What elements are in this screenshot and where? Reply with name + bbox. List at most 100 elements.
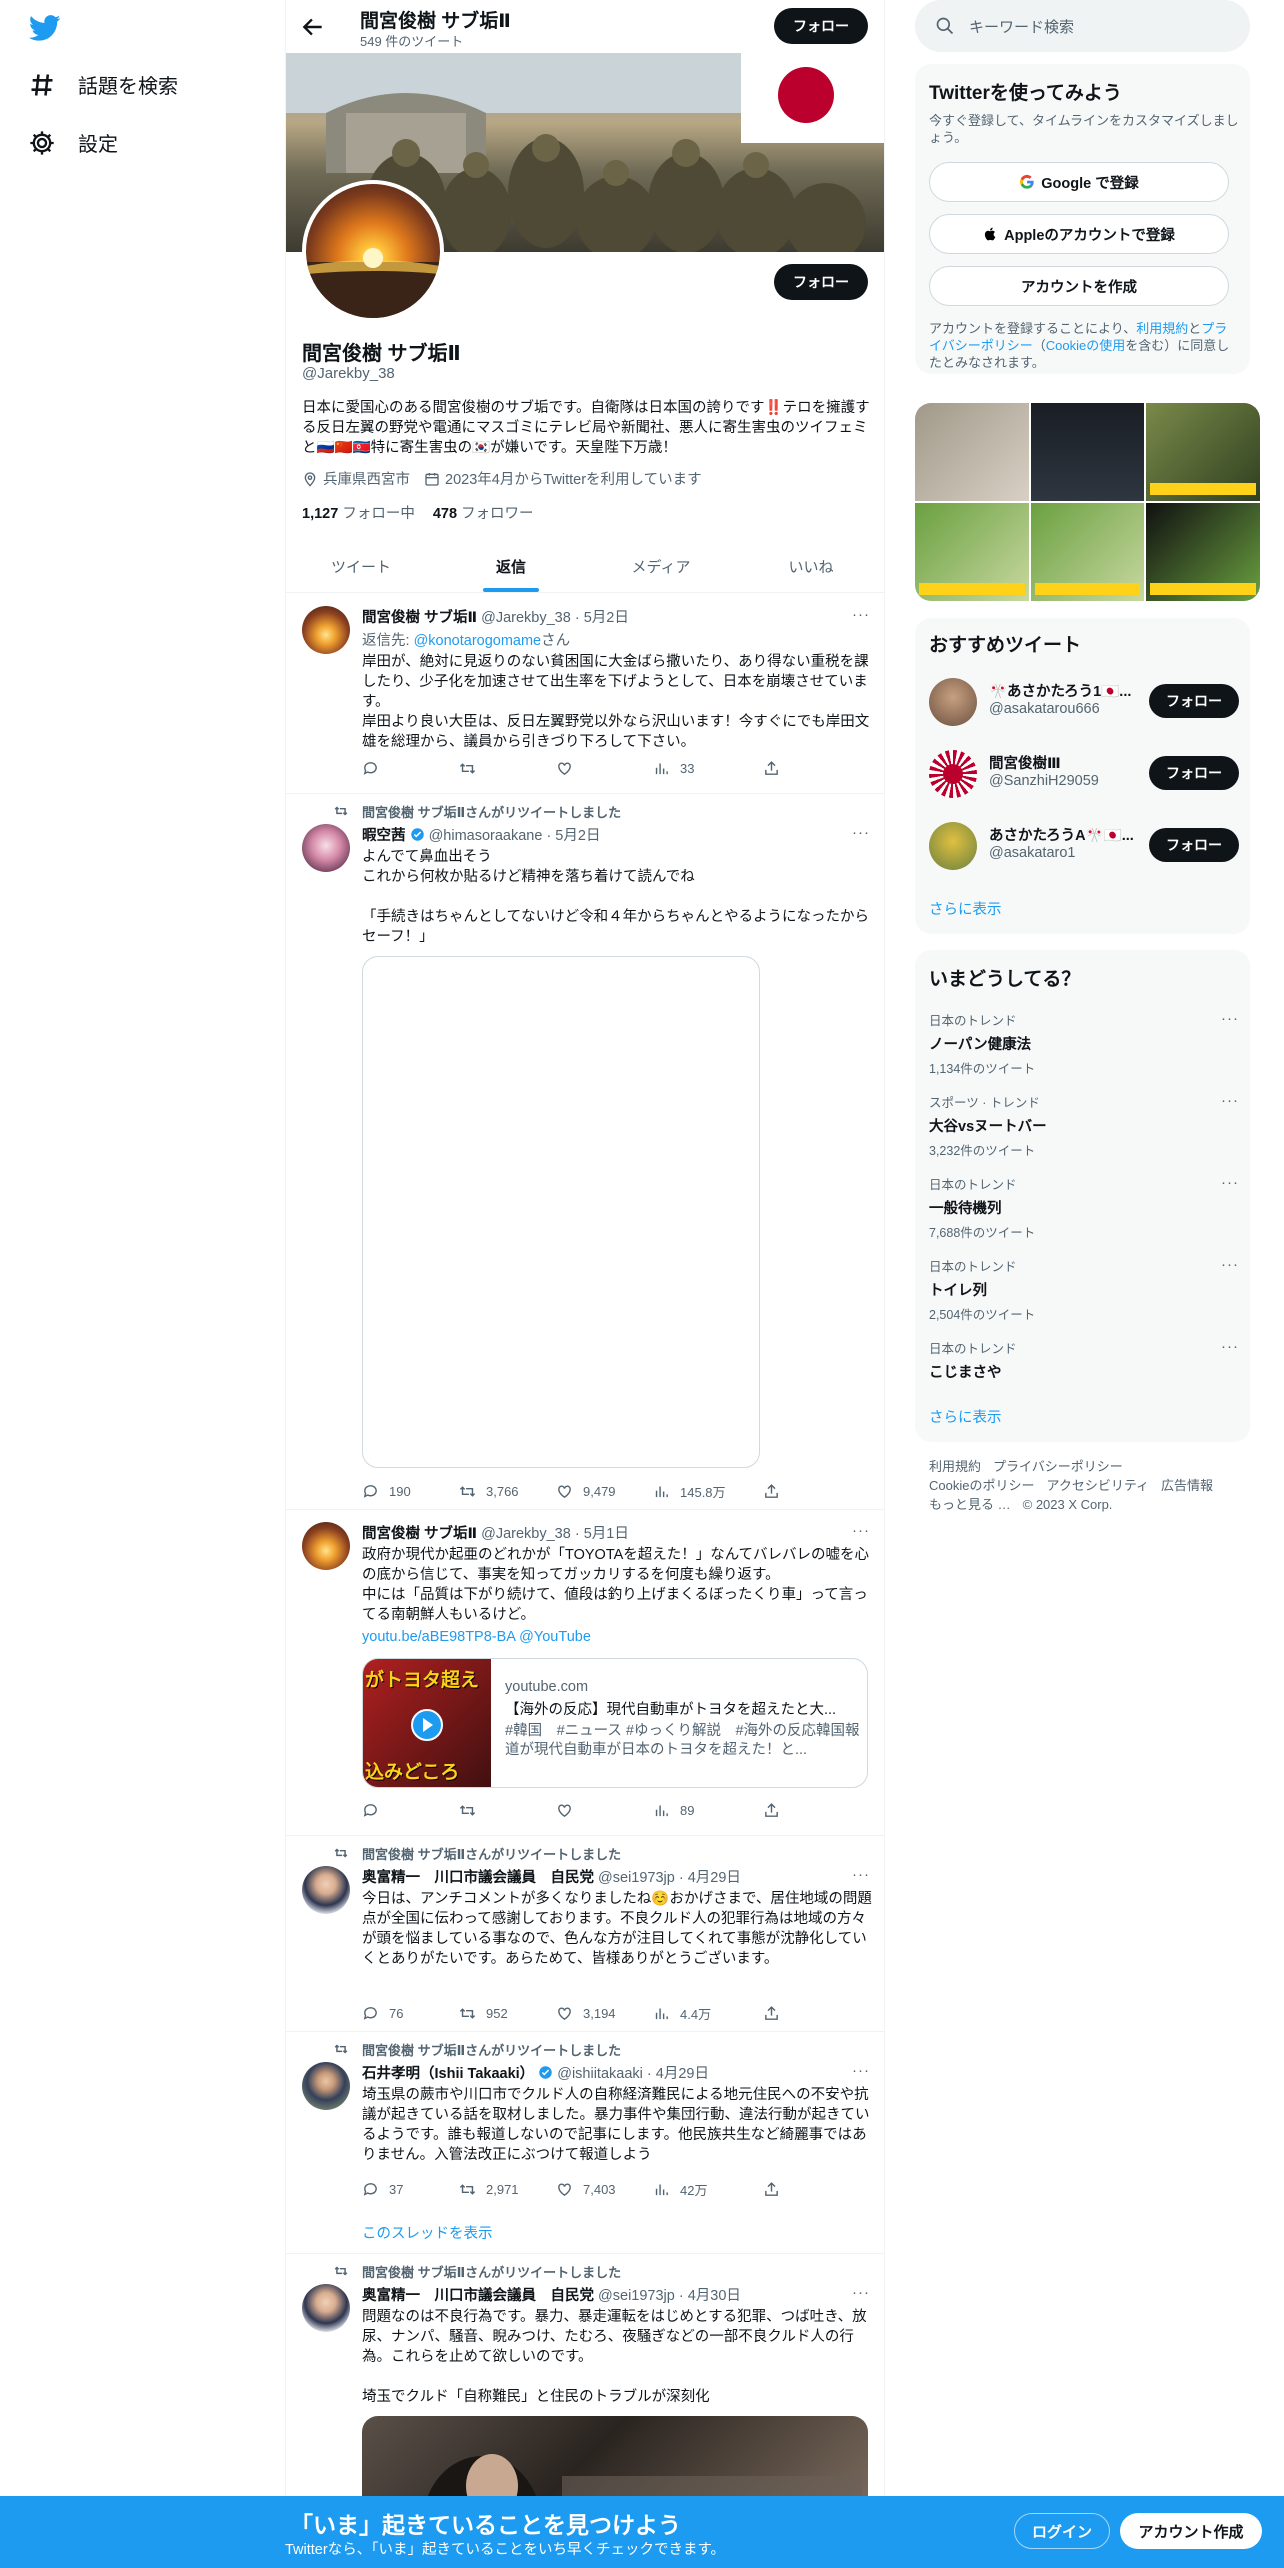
like-button[interactable]: 3,194 [556, 2004, 653, 2023]
tweet-avatar[interactable] [302, 2062, 350, 2110]
play-icon[interactable] [411, 1709, 443, 1741]
reply-button[interactable]: 76 [362, 2004, 459, 2023]
retweet-button[interactable] [459, 760, 556, 777]
tweet-avatar[interactable] [302, 2284, 350, 2332]
media-thumbnail[interactable] [915, 403, 1029, 501]
more-options-icon[interactable]: ··· [1221, 1256, 1239, 1273]
follow-button[interactable]: フォロー [1149, 828, 1239, 862]
tweet-media[interactable] [362, 956, 760, 1468]
more-options-icon[interactable]: ··· [1221, 1338, 1239, 1355]
recommended-user[interactable]: 間宮俊樹Ⅲ @SanzhiH29059 フォロー [929, 746, 1239, 806]
media-thumbnail[interactable] [1030, 403, 1145, 501]
footer-ads[interactable]: 広告情報 [1161, 1478, 1213, 1493]
signup-button[interactable]: アカウント作成 [1120, 2513, 1262, 2549]
back-arrow-icon[interactable] [300, 14, 326, 40]
trend-item[interactable]: 日本のトレンド トイレ列 2,504件のツイート ··· [929, 1256, 1239, 1323]
apple-signup-button[interactable]: Appleのアカウントで登録 [929, 214, 1229, 254]
follow-button[interactable]: フォロー [1149, 756, 1239, 790]
tweet-item[interactable]: 間宮俊樹 サブ垢Ⅱさんがリツイートしました ··· 暇空茜 @himasoraa… [286, 794, 884, 1510]
media-thumbnail[interactable] [1146, 403, 1260, 501]
tweet-item[interactable]: ··· 間宮俊樹 サブ垢Ⅱ @Jarekby_38 · 5月1日 政府か現代か起… [286, 1510, 884, 1836]
share-button[interactable] [763, 760, 780, 777]
footer-accessibility[interactable]: アクセシビリティ [1046, 1478, 1149, 1493]
footer-privacy[interactable]: プライバシーポリシー [993, 1459, 1123, 1474]
tab-likes[interactable]: いいね [736, 540, 884, 592]
profile-follow-button[interactable]: フォロー [774, 264, 868, 300]
recommended-user[interactable]: 🎌あさかたろう1🇯🇵... @asakatarou666 フォロー [929, 674, 1239, 734]
tweet-avatar[interactable] [302, 1522, 350, 1570]
retweeted-by-label[interactable]: 間宮俊樹 サブ垢Ⅱさんがリツイートしました [362, 2040, 621, 2059]
like-button[interactable] [556, 1802, 653, 1819]
tweet-author-name[interactable]: 間宮俊樹 サブ垢Ⅱ [362, 610, 477, 626]
google-signup-button[interactable]: Google で登録 [929, 162, 1229, 202]
trends-show-more[interactable]: さらに表示 [929, 1406, 1002, 1427]
recommended-show-more[interactable]: さらに表示 [929, 898, 1002, 919]
link-preview-card[interactable]: がトヨタ超え 込みどころ youtube.com 【海外の反応】現代自動車がトヨ… [362, 1658, 868, 1788]
tweet-avatar[interactable] [302, 1866, 350, 1914]
nav-settings[interactable]: 設定 [28, 128, 118, 157]
tweet-item[interactable]: 間宮俊樹 サブ垢Ⅱさんがリツイートしました ··· 石井孝明（Ishii Tak… [286, 2032, 884, 2254]
retweeted-by-label[interactable]: 間宮俊樹 サブ垢Ⅱさんがリツイートしました [362, 2262, 621, 2281]
like-button[interactable]: 7,403 [556, 2180, 653, 2199]
tweet-author-name[interactable]: 暇空茜 [362, 828, 406, 844]
tweet-avatar[interactable] [302, 606, 350, 654]
trend-item[interactable]: 日本のトレンド こじまさや ··· [929, 1338, 1239, 1382]
tweet-author-name[interactable]: 奥富精一 川口市議会議員 自民党 [362, 2288, 594, 2304]
search-input[interactable]: キーワード検索 [969, 16, 1074, 37]
share-button[interactable] [763, 2180, 780, 2199]
views-button[interactable]: 42万 [653, 2180, 763, 2199]
tweet-author-name[interactable]: 石井孝明（Ishii Takaaki） [362, 2066, 534, 2082]
tweet-link[interactable]: youtu.be/aBE98TP8-BA @YouTube [362, 1627, 872, 1647]
reply-to-link[interactable]: @konotarogomame [414, 633, 542, 649]
nav-explore[interactable]: 話題を検索 [28, 70, 178, 99]
like-button[interactable]: 9,479 [556, 1482, 653, 1501]
like-button[interactable] [556, 760, 653, 777]
reply-button[interactable] [362, 1802, 459, 1819]
more-options-icon[interactable]: ··· [1221, 1174, 1239, 1191]
views-button[interactable]: 145.8万 [653, 1482, 763, 1501]
more-options-icon[interactable]: ··· [1221, 1010, 1239, 1027]
tweet-author-name[interactable]: 奥富精一 川口市議会議員 自民党 [362, 1870, 594, 1886]
retweet-button[interactable]: 3,766 [459, 1482, 556, 1501]
reply-button[interactable]: 190 [362, 1482, 459, 1501]
show-thread-link[interactable]: このスレッドを表示 [362, 2222, 493, 2243]
footer-more[interactable]: もっと見る … [929, 1497, 1011, 1512]
views-button[interactable]: 33 [653, 760, 763, 777]
follow-button[interactable]: フォロー [1149, 684, 1239, 718]
user-avatar[interactable] [929, 678, 977, 726]
tab-tweets[interactable]: ツイート [286, 540, 436, 592]
share-button[interactable] [763, 2004, 780, 2023]
retweet-button[interactable] [459, 1802, 556, 1819]
trend-item[interactable]: 日本のトレンド ノーパン健康法 1,134件のツイート ··· [929, 1010, 1239, 1077]
followers-link[interactable]: 478 フォロワー [433, 502, 534, 523]
reply-button[interactable]: 37 [362, 2180, 459, 2199]
share-button[interactable] [763, 1802, 780, 1819]
tweet-avatar[interactable] [302, 824, 350, 872]
media-thumbnail[interactable] [1146, 503, 1260, 601]
trend-item[interactable]: 日本のトレンド 一般待機列 7,688件のツイート ··· [929, 1174, 1239, 1241]
tweet-author-name[interactable]: 間宮俊樹 サブ垢Ⅱ [362, 1526, 477, 1542]
tab-replies[interactable]: 返信 [436, 540, 586, 592]
media-thumbnail[interactable] [915, 503, 1029, 601]
retweeted-by-label[interactable]: 間宮俊樹 サブ垢Ⅱさんがリツイートしました [362, 1844, 621, 1863]
views-button[interactable]: 4.4万 [653, 2004, 763, 2023]
profile-avatar[interactable] [302, 180, 444, 322]
reply-button[interactable] [362, 760, 459, 777]
following-link[interactable]: 1,127 フォロー中 [302, 502, 415, 523]
user-avatar[interactable] [929, 822, 977, 870]
user-avatar[interactable] [929, 750, 977, 798]
terms-link[interactable]: 利用規約 [1136, 321, 1188, 336]
login-button[interactable]: ログイン [1014, 2513, 1110, 2549]
header-follow-button[interactable]: フォロー [774, 8, 868, 44]
create-account-button[interactable]: アカウントを作成 [929, 266, 1229, 306]
retweet-button[interactable]: 952 [459, 2004, 556, 2023]
search-box[interactable]: キーワード検索 [915, 0, 1250, 52]
footer-terms[interactable]: 利用規約 [929, 1459, 981, 1474]
tab-media[interactable]: メディア [586, 540, 736, 592]
twitter-bird-icon[interactable] [26, 12, 64, 44]
views-button[interactable]: 89 [653, 1802, 763, 1819]
retweet-button[interactable]: 2,971 [459, 2180, 556, 2199]
media-thumbnail[interactable] [1030, 503, 1145, 601]
trend-item[interactable]: スポーツ · トレンド 大谷vsヌートバー 3,232件のツイート ··· [929, 1092, 1239, 1159]
cookie-link[interactable]: Cookieの使用 [1046, 338, 1125, 353]
